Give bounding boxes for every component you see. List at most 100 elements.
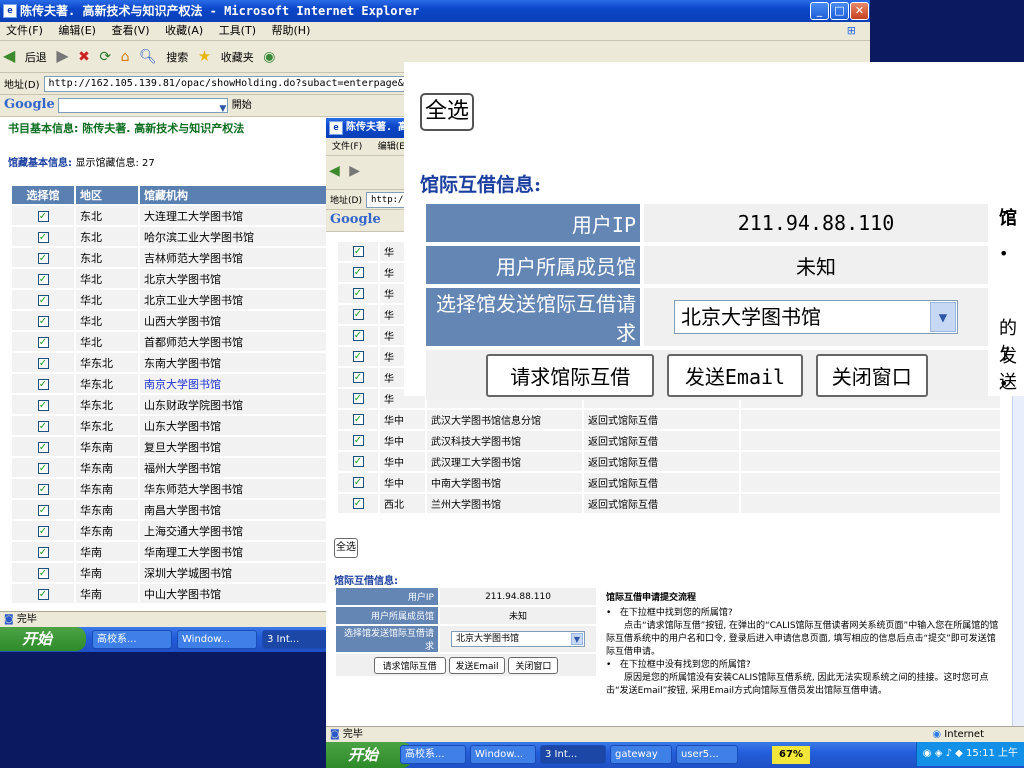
tray-icons[interactable]: ◉ ◈ ♪ ◆	[923, 748, 966, 759]
checkbox[interactable]: ✓	[37, 358, 49, 369]
close-window-button[interactable]: 关闭窗口	[508, 656, 559, 674]
checkbox[interactable]: ✓	[352, 372, 364, 383]
send-email-button[interactable]: 发送Email	[448, 656, 506, 674]
checkbox[interactable]: ✓	[352, 351, 364, 362]
menu-favorites[interactable]: 收藏(A)	[159, 22, 209, 40]
favorites-button-label[interactable]: 收藏夹	[221, 45, 254, 71]
menu-help[interactable]: 帮助(H)	[266, 22, 317, 40]
checkbox[interactable]: ✓	[352, 393, 364, 404]
region-cell: 华东南	[76, 437, 138, 456]
zoom-actions-cell: 请求馆际互借 发送Email 关闭窗口	[426, 350, 988, 400]
checkbox[interactable]: ✓	[37, 337, 49, 348]
refresh-icon[interactable]: ⟳	[99, 44, 111, 70]
zoom-library-select[interactable]: 北京大学图书馆 ▼	[674, 300, 958, 334]
checkbox[interactable]: ✓	[37, 211, 49, 222]
back-task-1[interactable]: 高校系...	[92, 630, 172, 649]
zoom-close-window-button[interactable]: 关闭窗口	[815, 353, 928, 397]
task-1[interactable]: 高校系...	[400, 745, 466, 764]
menu-view[interactable]: 查看(V)	[105, 22, 155, 40]
library-cell: 东南大学图书馆	[140, 353, 328, 372]
library-select[interactable]: 北京大学图书馆 ▼	[451, 631, 585, 647]
search-button-label[interactable]: 搜索	[166, 45, 188, 71]
menu-edit[interactable]: 编辑(E)	[52, 22, 102, 40]
table-row: ✓ 华北 首都师范大学图书馆	[12, 332, 328, 351]
zoom-select-all-button[interactable]: 全选	[420, 93, 474, 131]
minimize-icon[interactable]: _	[810, 2, 829, 20]
media-icon[interactable]: ◉	[263, 44, 275, 70]
checkbox[interactable]: ✓	[37, 421, 49, 432]
checkbox[interactable]: ✓	[352, 456, 364, 467]
back-window-title-bar[interactable]: e 陈传夫著. 高新技术与知识产权法 - Microsoft Internet …	[0, 0, 870, 22]
checkbox[interactable]: ✓	[352, 414, 364, 425]
procedure-a1: 点击“请求馆际互借”按钮, 在弹出的“CALIS馆际互借读者网关系统页面”中输入…	[606, 621, 999, 657]
zoom-send-email-button[interactable]: 发送Email	[666, 353, 804, 397]
request-ill-button[interactable]: 请求馆际互借	[373, 656, 446, 674]
zoom-request-ill-button[interactable]: 请求馆际互借	[486, 353, 655, 397]
select-checkbox-cell: ✓	[12, 395, 74, 414]
library-cell: 上海交通大学图书馆	[140, 521, 328, 540]
checkbox[interactable]: ✓	[37, 316, 49, 327]
library-cell[interactable]: 南京大学图书馆	[140, 374, 328, 393]
table-row: ✓ 华东南 上海交通大学图书馆	[12, 521, 328, 540]
task-4[interactable]: gateway	[610, 745, 672, 764]
google-search-button[interactable]: 開始	[232, 100, 252, 111]
checkbox[interactable]: ✓	[37, 253, 49, 264]
front-menu-file[interactable]: 文件(F)	[326, 138, 368, 155]
extra-cell	[741, 431, 1000, 450]
checkbox[interactable]: ✓	[352, 330, 364, 341]
front-forward-icon[interactable]: ▶	[349, 158, 360, 184]
task-5[interactable]: user5...	[676, 745, 738, 764]
back-task-3[interactable]: 3 Int...	[262, 630, 328, 649]
menu-file[interactable]: 文件(F)	[0, 22, 49, 40]
checkbox[interactable]: ✓	[352, 288, 364, 299]
favorites-icon[interactable]: ★	[198, 43, 211, 69]
search-icon[interactable]: 🔍︎	[139, 44, 157, 70]
maximize-icon[interactable]: □	[830, 2, 849, 20]
checkbox[interactable]: ✓	[352, 477, 364, 488]
zoom-chevron-down-icon[interactable]: ▼	[930, 302, 956, 332]
select-checkbox-cell: ✓	[12, 458, 74, 477]
back-button-label[interactable]: 后退	[25, 45, 47, 71]
table-row: ✓ 东北 大连理工大学图书馆	[12, 206, 328, 225]
front-back-icon[interactable]: ◀	[329, 158, 340, 184]
checkbox[interactable]: ✓	[352, 498, 364, 509]
dropdown-icon[interactable]: ▼	[219, 99, 226, 117]
checkbox[interactable]: ✓	[352, 309, 364, 320]
google-search-input[interactable]: ▼	[58, 97, 229, 114]
checkbox[interactable]: ✓	[37, 505, 49, 516]
close-icon[interactable]: ✕	[850, 2, 869, 20]
menu-tools[interactable]: 工具(T)	[213, 22, 262, 40]
checkbox[interactable]: ✓	[352, 246, 364, 257]
checkbox[interactable]: ✓	[37, 547, 49, 558]
checkbox[interactable]: ✓	[37, 568, 49, 579]
library-cell: 深圳大学城图书馆	[140, 563, 328, 582]
stop-icon[interactable]: ✖	[78, 44, 90, 70]
front-page-done-icon: ◙	[330, 729, 340, 740]
checkbox[interactable]: ✓	[37, 400, 49, 411]
checkbox[interactable]: ✓	[37, 295, 49, 306]
task-3[interactable]: 3 Int...	[540, 745, 606, 764]
checkbox[interactable]: ✓	[352, 435, 364, 446]
checkbox[interactable]: ✓	[37, 463, 49, 474]
checkbox[interactable]: ✓	[37, 526, 49, 537]
task-2[interactable]: Window...	[470, 745, 536, 764]
checkbox[interactable]: ✓	[37, 484, 49, 495]
back-window-title: 陈传夫著. 高新技术与知识产权法 - Microsoft Internet Ex…	[20, 4, 420, 18]
select-checkbox-cell: ✓	[12, 563, 74, 582]
forward-icon[interactable]: ▶	[56, 43, 68, 69]
checkbox[interactable]: ✓	[37, 442, 49, 453]
select-checkbox-cell: ✓	[338, 473, 378, 492]
back-task-2[interactable]: Window...	[177, 630, 257, 649]
checkbox[interactable]: ✓	[37, 274, 49, 285]
checkbox[interactable]: ✓	[352, 267, 364, 278]
back-start-button[interactable]: 开始	[0, 627, 86, 651]
checkbox[interactable]: ✓	[37, 379, 49, 390]
table-row: ✓ 华中 武汉理工大学图书馆 返回式馆际互借	[338, 452, 1000, 471]
home-icon[interactable]: ⌂	[121, 44, 130, 70]
back-icon[interactable]: ◀	[3, 43, 15, 69]
select-all-button[interactable]: 全选	[334, 538, 358, 558]
checkbox[interactable]: ✓	[37, 589, 49, 600]
zoom-row-select-library: 选择馆发送馆际互借请求 北京大学图书馆 ▼	[426, 288, 988, 346]
checkbox[interactable]: ✓	[37, 232, 49, 243]
chevron-down-icon[interactable]: ▼	[571, 633, 583, 645]
